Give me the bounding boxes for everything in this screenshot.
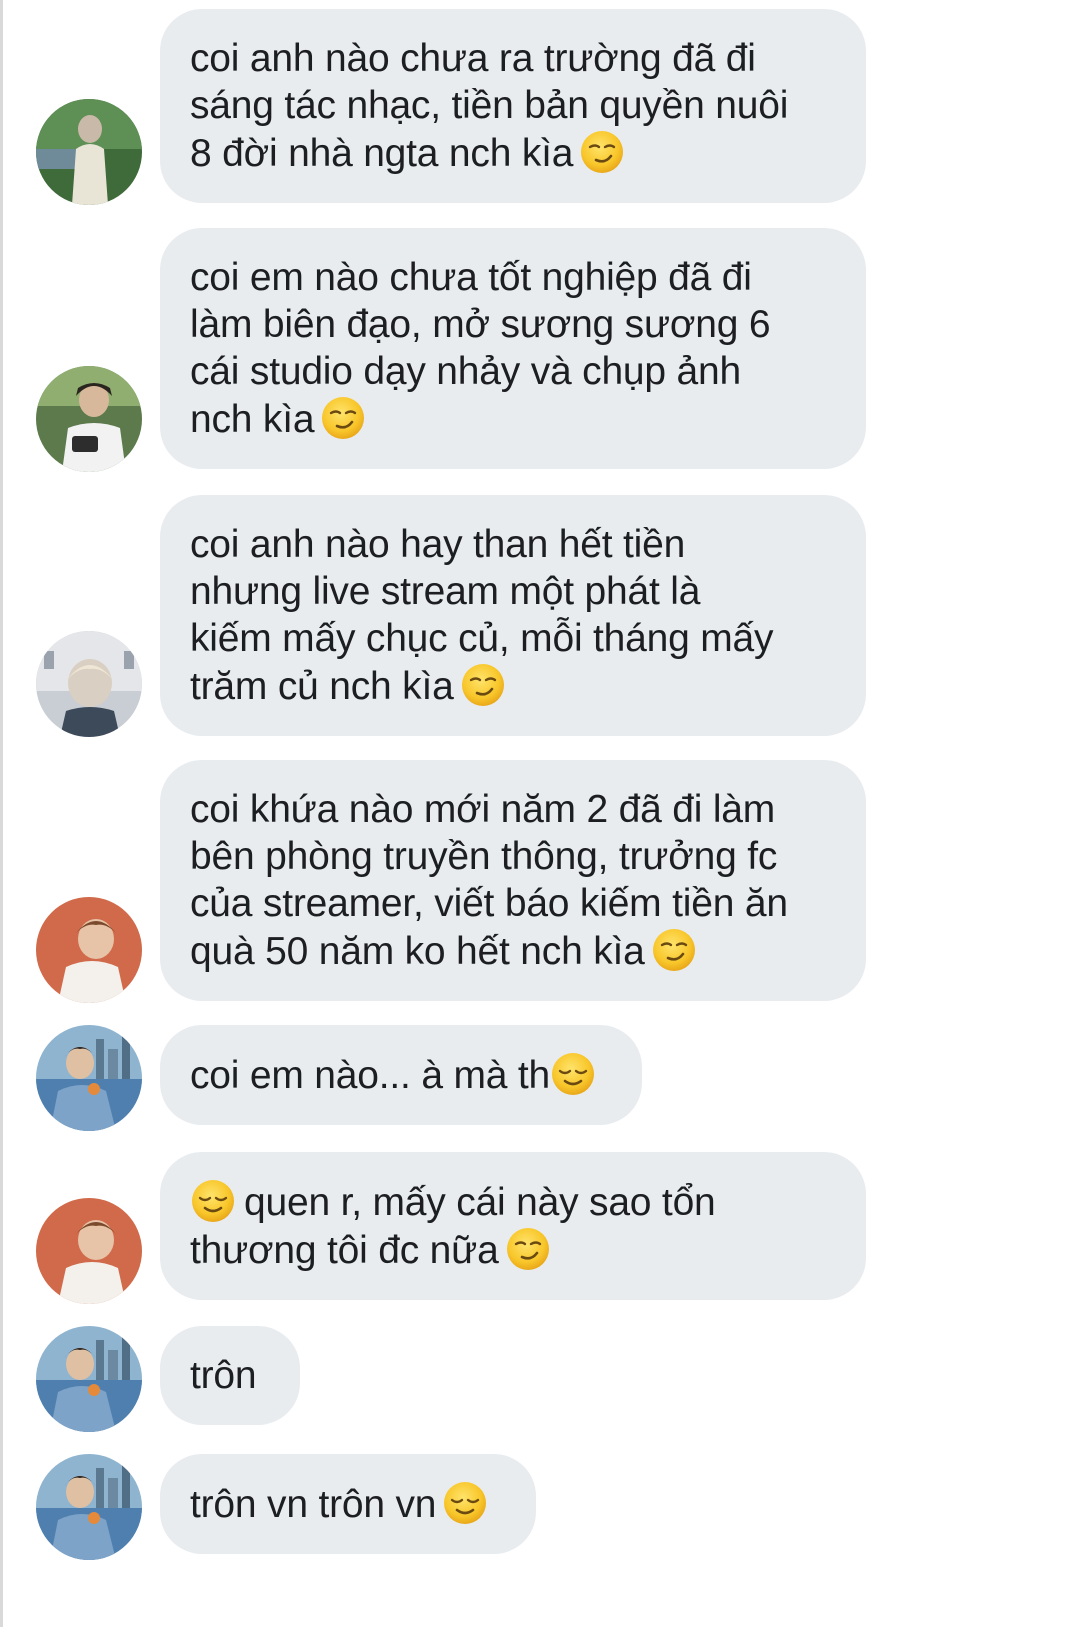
chat-screen: coi anh nào chưa ra trường đã đi sáng tá… (0, 0, 1080, 1627)
message-line: coi khứa nào mới năm 2 đã đi làm (190, 788, 776, 831)
message-line: coi anh nào hay than hết tiền (190, 523, 686, 566)
message-line: coi em nào... à mà th (190, 1054, 550, 1097)
message-line: bên phòng truyền thông, trưởng fc (190, 835, 778, 878)
message-line: 8 đời nhà ngta nch kìa (190, 132, 574, 175)
message-line: kiếm mấy chục củ, mỗi tháng mấy (190, 617, 774, 660)
left-divider (0, 0, 3, 1627)
message-line: quà 50 năm ko hết nch kìa (190, 930, 645, 973)
message-bubble-6[interactable]: quen r, mấy cái này sao tổn thương tôi đ… (160, 1152, 866, 1300)
message-bubble-7[interactable]: trôn (160, 1326, 300, 1425)
smirk-emoji (505, 1226, 551, 1272)
avatar-camera[interactable] (36, 366, 142, 472)
message-line: nhưng live stream một phát là (190, 570, 701, 613)
message-line: coi anh nào chưa ra trường đã đi (190, 37, 756, 80)
avatar-denim-city[interactable] (36, 1025, 142, 1131)
message-bubble-3[interactable]: coi anh nào hay than hết tiền nhưng live… (160, 495, 866, 736)
avatar-denim-city[interactable] (36, 1326, 142, 1432)
message-line: trôn vn trôn vn (190, 1483, 437, 1526)
message-bubble-1[interactable]: coi anh nào chưa ra trường đã đi sáng tá… (160, 9, 866, 203)
smirk-emoji (579, 129, 625, 175)
relieved-emoji (550, 1051, 596, 1097)
message-line: thương tôi đc nữa (190, 1229, 499, 1272)
message-line: cái studio dạy nhảy và chụp ảnh (190, 350, 742, 393)
message-bubble-2[interactable]: coi em nào chưa tốt nghiệp đã đi làm biê… (160, 228, 866, 469)
message-line: làm biên đạo, mở sương sương 6 (190, 303, 771, 346)
message-line: của streamer, viết báo kiếm tiền ăn (190, 882, 788, 925)
avatar-denim-city[interactable] (36, 1454, 142, 1560)
avatar-blonde-building[interactable] (36, 631, 142, 737)
relieved-emoji (442, 1480, 488, 1526)
message-line: coi em nào chưa tốt nghiệp đã đi (190, 256, 752, 299)
message-bubble-4[interactable]: coi khứa nào mới năm 2 đã đi làm bên phò… (160, 760, 866, 1001)
smirk-emoji (460, 662, 506, 708)
message-line: quen r, mấy cái này sao tổn (244, 1181, 716, 1224)
message-line: trăm củ nch kìa (190, 665, 454, 708)
avatar-outdoor-jacket[interactable] (36, 99, 142, 205)
message-line: nch kìa (190, 398, 315, 441)
smirk-emoji (320, 395, 366, 441)
smirk-emoji (651, 927, 697, 973)
message-bubble-5[interactable]: coi em nào... à mà th (160, 1025, 642, 1125)
message-bubble-8[interactable]: trôn vn trôn vn (160, 1454, 536, 1554)
message-line: sáng tác nhạc, tiền bản quyền nuôi (190, 84, 789, 127)
message-line: trôn (190, 1354, 257, 1397)
avatar-orange-bg[interactable] (36, 1198, 142, 1304)
avatar-orange-bg[interactable] (36, 897, 142, 1003)
relieved-emoji (190, 1178, 236, 1224)
